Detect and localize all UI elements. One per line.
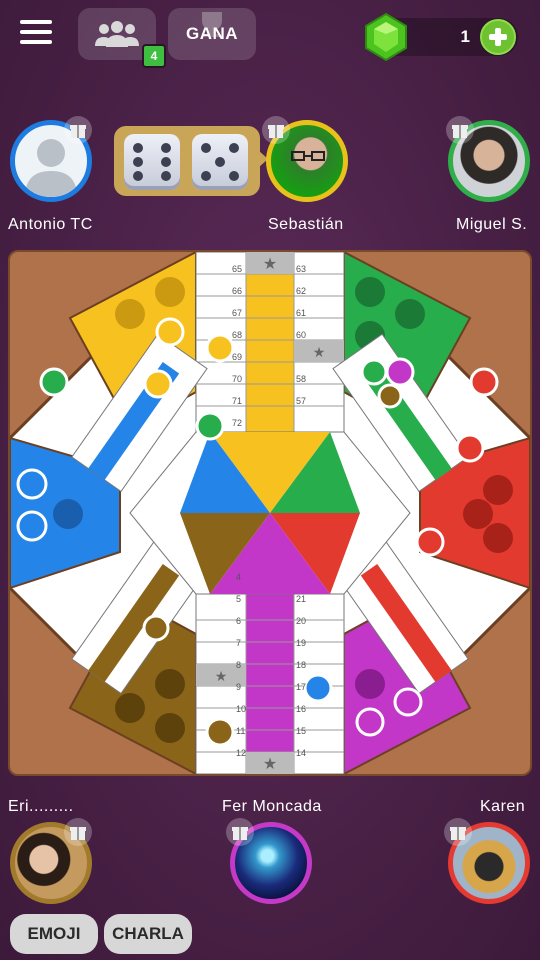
bottom-track-numbers: 5 21 6 20 7 19 8 18 9 17 10 16 11 15 12 …: [196, 572, 344, 774]
dice-tray[interactable]: [114, 126, 260, 196]
green-piece: [39, 367, 69, 397]
green-piece: [360, 358, 388, 386]
square-number: 10: [236, 704, 247, 714]
square-number: 67: [232, 308, 243, 318]
square-number: 18: [296, 660, 307, 670]
square-number: 19: [296, 638, 307, 648]
gift-icon[interactable]: [226, 818, 254, 846]
player-name-fer: Fer Moncada: [222, 798, 322, 815]
square-number: 11: [236, 726, 246, 736]
emoji-button[interactable]: EMOJI: [10, 914, 98, 954]
player-name-eri: Eri.........: [8, 798, 74, 815]
square-number: 12: [236, 748, 247, 758]
gana-button[interactable]: GANA: [168, 8, 256, 60]
gems-bar: 1: [365, 12, 518, 62]
yellow-piece: [143, 369, 173, 399]
square-number: 69: [232, 352, 243, 362]
blue-piece: [16, 468, 48, 500]
square-number: 66: [232, 286, 243, 296]
player-name-karen: Karen: [480, 798, 526, 815]
menu-button[interactable]: [20, 20, 52, 48]
red-piece: [469, 367, 499, 397]
player-name-sebastian: Sebastián: [268, 216, 344, 233]
top-track-numbers: 65 63 66 62 67 61 68 60 69 58 70 71 57 7…: [196, 252, 344, 432]
friends-icon: [95, 21, 139, 47]
square-number: 60: [296, 330, 307, 340]
square-number: 61: [296, 308, 307, 318]
gift-icon[interactable]: [64, 818, 92, 846]
gem-icon: [365, 12, 407, 62]
square-number: 15: [296, 726, 307, 736]
square-number: 65: [232, 264, 243, 274]
square-number: 9: [236, 682, 242, 692]
square-number: 4: [236, 572, 242, 582]
brown-piece: [142, 614, 170, 642]
gift-icon[interactable]: [64, 116, 92, 144]
add-gems-button[interactable]: [480, 19, 516, 55]
red-piece: [415, 527, 445, 557]
die-2[interactable]: [192, 134, 248, 190]
friends-count-badge: 4: [142, 44, 166, 68]
square-number: 58: [296, 374, 307, 384]
square-number: 57: [296, 396, 307, 406]
square-number: 72: [232, 418, 243, 428]
red-piece: [455, 433, 485, 463]
player-name-miguel: Miguel S.: [456, 216, 528, 233]
square-number: 63: [296, 264, 307, 274]
chat-button[interactable]: CHARLA: [104, 914, 192, 954]
purple-piece: [393, 687, 423, 717]
square-number: 20: [296, 616, 307, 626]
square-number: 68: [232, 330, 243, 340]
purple-piece: [385, 357, 415, 387]
square-number: 6: [236, 616, 242, 626]
gems-count: 1: [460, 27, 470, 46]
square-number: 62: [296, 286, 307, 296]
square-number: 16: [296, 704, 307, 714]
glasses-icon: [291, 151, 325, 161]
gift-icon[interactable]: [444, 818, 472, 846]
brown-piece: [377, 383, 403, 409]
square-number: 7: [236, 638, 242, 648]
square-number: 70: [232, 374, 243, 384]
purple-piece: [355, 707, 385, 737]
square-number: 71: [232, 396, 243, 406]
square-number: 5: [236, 594, 242, 604]
gana-label: GANA: [185, 24, 239, 43]
square-number: 17: [296, 682, 307, 692]
player-name-antonio: Antonio TC: [8, 216, 93, 233]
blue-piece: [16, 510, 48, 542]
plus-icon: [489, 28, 507, 46]
square-number: 8: [236, 660, 242, 670]
gift-icon[interactable]: [446, 116, 474, 144]
square-number: 14: [296, 748, 307, 758]
die-1[interactable]: [124, 134, 180, 190]
yellow-piece: [155, 317, 185, 347]
square-number: 21: [296, 594, 307, 604]
gift-icon[interactable]: [262, 116, 290, 144]
